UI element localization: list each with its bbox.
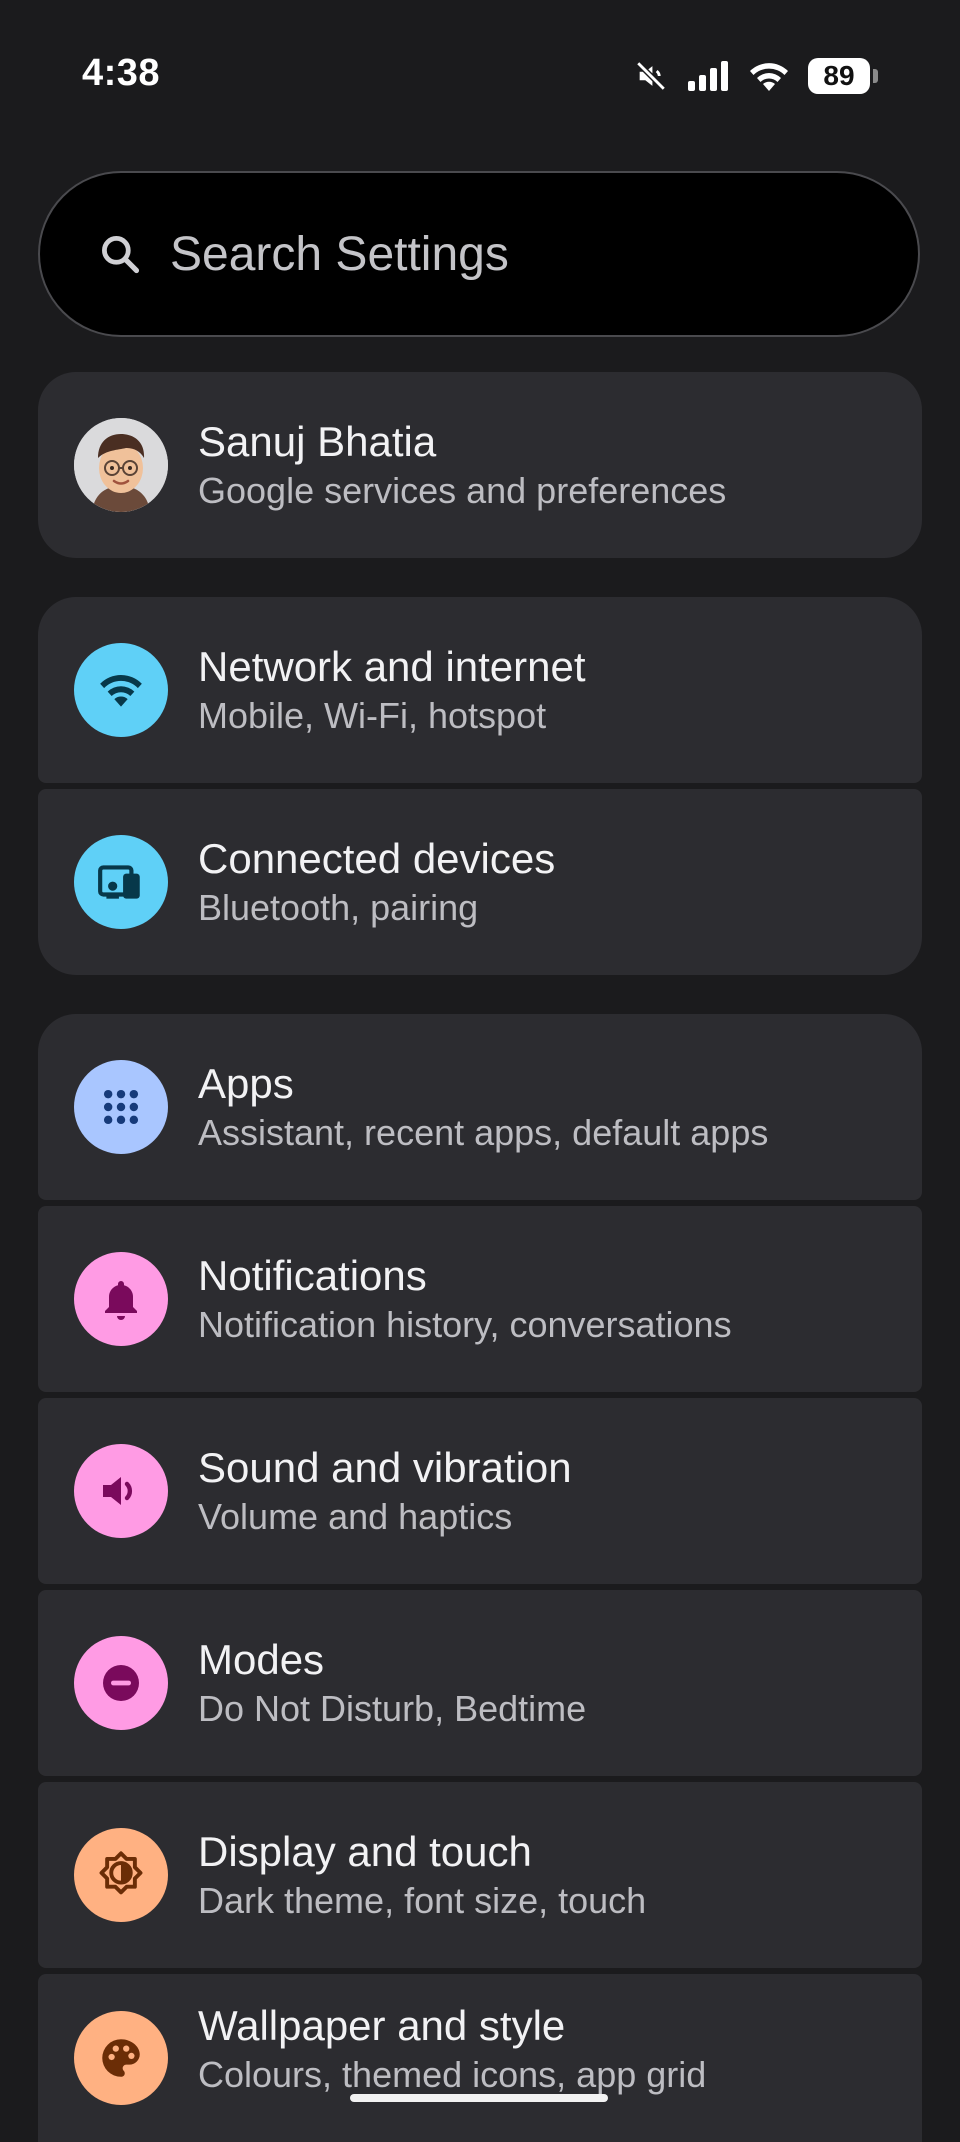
account-subtitle: Google services and preferences bbox=[198, 470, 727, 511]
account-name: Sanuj Bhatia bbox=[198, 418, 437, 465]
account-card[interactable]: Sanuj Bhatia Google services and prefere… bbox=[38, 372, 922, 558]
item-subtitle: Assistant, recent apps, default apps bbox=[198, 1112, 769, 1153]
battery-icon: 89 bbox=[808, 58, 878, 94]
status-time: 4:38 bbox=[82, 52, 161, 94]
devices-icon bbox=[98, 865, 140, 899]
settings-item-connected-devices[interactable]: Connected devices Bluetooth, pairing bbox=[38, 789, 922, 975]
item-title: Notifications bbox=[198, 1252, 427, 1299]
status-icons: 89 bbox=[634, 56, 878, 96]
battery-tip bbox=[873, 69, 878, 83]
home-indicator[interactable] bbox=[350, 2094, 608, 2102]
item-title: Modes bbox=[198, 1636, 325, 1683]
search-icon bbox=[102, 236, 140, 274]
notifications-icon-circle bbox=[74, 1252, 168, 1346]
item-title: Connected devices bbox=[198, 835, 556, 882]
item-title: Display and touch bbox=[198, 1828, 532, 1875]
modes-icon-circle bbox=[74, 1636, 168, 1730]
avatar bbox=[74, 418, 168, 512]
wallpaper-icon-circle bbox=[74, 2011, 168, 2105]
item-subtitle: Mobile, Wi-Fi, hotspot bbox=[198, 695, 547, 736]
memoji-avatar-icon bbox=[74, 418, 168, 512]
item-subtitle: Volume and haptics bbox=[198, 1496, 513, 1537]
item-title: Network and internet bbox=[198, 643, 586, 690]
speaker-icon bbox=[103, 1477, 133, 1505]
mute-icon bbox=[636, 61, 666, 91]
status-bar: 4:38 89 bbox=[0, 0, 960, 150]
apps-grid-icon bbox=[103, 1089, 139, 1125]
item-title: Wallpaper and style bbox=[198, 2002, 566, 2049]
item-subtitle: Notification history, conversations bbox=[198, 1304, 732, 1345]
bell-icon bbox=[105, 1281, 137, 1320]
display-icon-circle bbox=[74, 1828, 168, 1922]
search-placeholder: Search Settings bbox=[170, 227, 509, 281]
settings-item-display[interactable]: Display and touch Dark theme, font size,… bbox=[38, 1782, 922, 1968]
item-subtitle: Dark theme, font size, touch bbox=[198, 1880, 647, 1921]
battery-level: 89 bbox=[808, 58, 870, 94]
network-icon-circle bbox=[74, 643, 168, 737]
wifi-icon bbox=[100, 674, 142, 707]
apps-icon-circle bbox=[74, 1060, 168, 1154]
item-subtitle: Bluetooth, pairing bbox=[198, 887, 479, 928]
palette-icon bbox=[102, 2039, 140, 2077]
settings-item-network[interactable]: Network and internet Mobile, Wi-Fi, hots… bbox=[38, 597, 922, 783]
item-subtitle: Do Not Disturb, Bedtime bbox=[198, 1688, 587, 1729]
wifi-icon bbox=[750, 63, 788, 91]
item-subtitle: Colours, themed icons, app grid bbox=[198, 2054, 707, 2095]
search-bar[interactable]: Search Settings bbox=[38, 171, 920, 337]
settings-item-sound[interactable]: Sound and vibration Volume and haptics bbox=[38, 1398, 922, 1584]
item-title: Apps bbox=[198, 1060, 294, 1107]
minus-circle-icon bbox=[103, 1665, 139, 1701]
settings-item-notifications[interactable]: Notifications Notification history, conv… bbox=[38, 1206, 922, 1392]
settings-item-wallpaper[interactable]: Wallpaper and style Colours, themed icon… bbox=[38, 1974, 922, 2142]
settings-item-modes[interactable]: Modes Do Not Disturb, Bedtime bbox=[38, 1590, 922, 1776]
item-title: Sound and vibration bbox=[198, 1444, 572, 1491]
sound-icon-circle bbox=[74, 1444, 168, 1538]
signal-icon bbox=[688, 61, 728, 91]
devices-icon-circle bbox=[74, 835, 168, 929]
settings-item-apps[interactable]: Apps Assistant, recent apps, default app… bbox=[38, 1014, 922, 1200]
brightness-icon bbox=[99, 1851, 143, 1895]
